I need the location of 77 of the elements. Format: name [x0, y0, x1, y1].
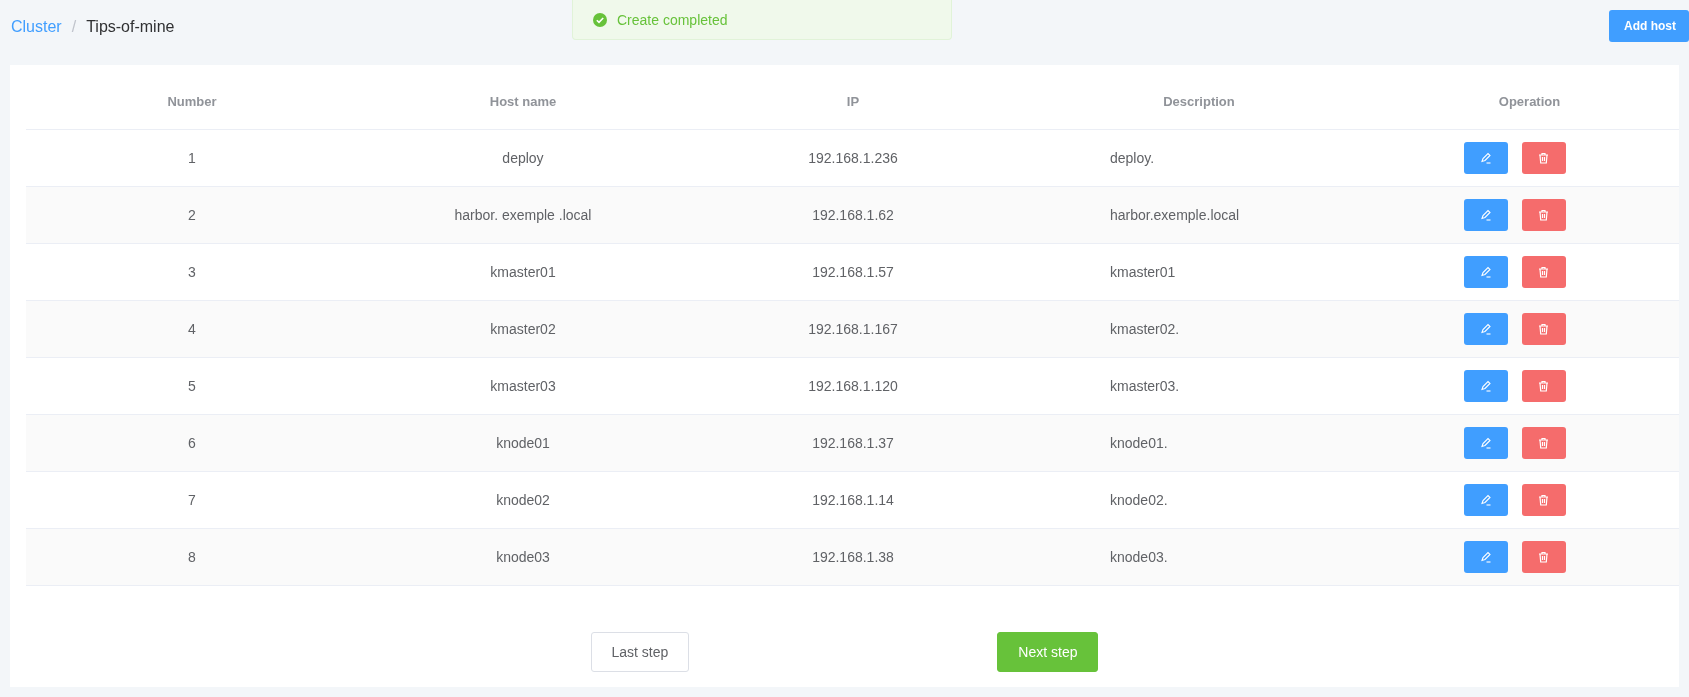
table-cell-text: kmaster03. [1109, 378, 1180, 394]
trash-icon [1538, 209, 1549, 221]
delete-button[interactable] [1521, 541, 1566, 573]
column-header: Host name [489, 93, 557, 109]
pencil-icon [1479, 209, 1492, 221]
delete-button[interactable] [1521, 370, 1566, 402]
table-cell: 1 [188, 150, 196, 166]
table-cell: kmaster03 [490, 378, 556, 394]
trash-icon [1538, 551, 1549, 563]
table-cell: kmaster02 [490, 321, 556, 337]
toast-message: Create completed [617, 11, 728, 28]
table-cell: 192.168.1.62 [812, 207, 894, 223]
pencil-icon [1479, 494, 1492, 506]
check-circle-icon [593, 12, 607, 27]
table-cell-text: knode01. [1109, 435, 1168, 451]
edit-button[interactable] [1463, 484, 1508, 516]
table-cell-text: kmaster01 [1109, 264, 1176, 280]
breadcrumb-item[interactable]: Cluster [11, 18, 62, 36]
delete-button[interactable] [1521, 427, 1566, 459]
trash-icon [1538, 494, 1549, 506]
column-header: Number [167, 93, 217, 109]
pencil-icon [1479, 380, 1492, 392]
trash-icon [1538, 437, 1549, 449]
column-header: Operation [1498, 93, 1561, 109]
table-cell: 6 [188, 435, 196, 451]
delete-button[interactable] [1521, 256, 1566, 288]
column-header: Description [1163, 93, 1235, 109]
table-cell: 192.168.1.57 [812, 264, 894, 280]
table-cell: 192.168.1.167 [808, 321, 898, 337]
trash-icon [1538, 152, 1549, 164]
table-cell: 3 [188, 264, 196, 280]
trash-icon [1538, 266, 1549, 278]
table-cell: 192.168.1.120 [808, 378, 898, 394]
pencil-icon [1479, 551, 1492, 563]
edit-button[interactable] [1463, 199, 1508, 231]
delete-button[interactable] [1521, 199, 1566, 231]
table-cell: 5 [188, 378, 196, 394]
table-cell: knode03 [496, 549, 550, 565]
edit-button[interactable] [1463, 142, 1508, 174]
table-cell-text: harbor.exemple.local [1109, 207, 1240, 223]
breadcrumb-separator: / [71, 18, 77, 36]
table-cell-text: kmaster02. [1109, 321, 1180, 337]
step-button[interactable]: Last step [590, 632, 690, 672]
breadcrumb-item[interactable]: Tips-of-mine [86, 18, 175, 36]
table-cell: 8 [188, 549, 196, 565]
step-button[interactable]: Next step [997, 632, 1099, 672]
table-cell: 192.168.1.236 [808, 150, 898, 166]
table-cell: harbor. exemple .local [454, 207, 592, 223]
column-header: IP [846, 93, 860, 109]
edit-button[interactable] [1463, 541, 1508, 573]
edit-button[interactable] [1463, 256, 1508, 288]
table-cell: deploy [502, 150, 544, 166]
table-cell: kmaster01 [490, 264, 556, 280]
edit-button[interactable] [1463, 370, 1508, 402]
edit-button[interactable] [1463, 313, 1508, 345]
add-host-button[interactable]: Add host [1609, 10, 1689, 42]
pencil-icon [1479, 323, 1492, 335]
delete-button[interactable] [1521, 142, 1566, 174]
table-cell: knode01 [496, 435, 550, 451]
delete-button[interactable] [1521, 484, 1566, 516]
table-cell: 192.168.1.14 [812, 492, 894, 508]
delete-button[interactable] [1521, 313, 1566, 345]
table-cell: 192.168.1.37 [812, 435, 894, 451]
pencil-icon [1479, 266, 1492, 278]
table-cell: 4 [188, 321, 196, 337]
table-cell: 7 [188, 492, 196, 508]
table-cell-text: knode03. [1109, 549, 1168, 565]
table-cell: 2 [188, 207, 196, 223]
table-cell-text: knode02. [1109, 492, 1168, 508]
edit-button[interactable] [1463, 427, 1508, 459]
table-cell-text: deploy. [1109, 150, 1155, 166]
pencil-icon [1479, 437, 1492, 449]
table-cell: 192.168.1.38 [812, 549, 894, 565]
table-cell: knode02 [496, 492, 550, 508]
trash-icon [1538, 323, 1549, 335]
trash-icon [1538, 380, 1549, 392]
pencil-icon [1479, 152, 1492, 164]
